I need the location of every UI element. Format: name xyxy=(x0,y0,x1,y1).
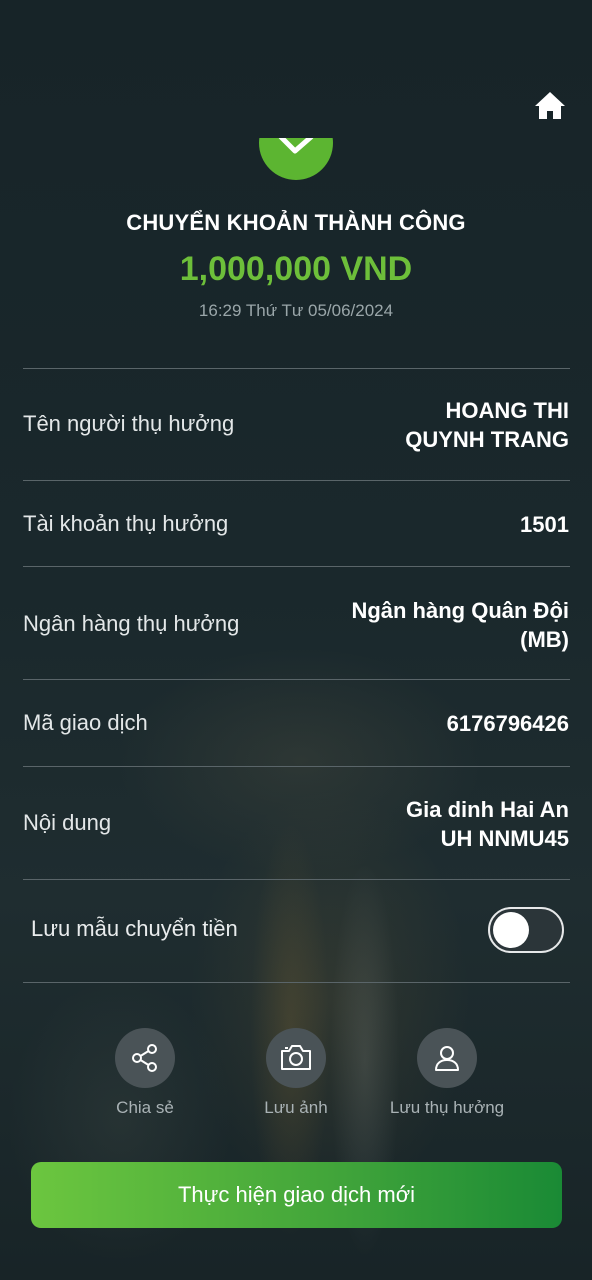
transfer-amount: 1,000,000 VND xyxy=(179,250,413,288)
checkmark-icon xyxy=(278,138,314,154)
user-icon-circle xyxy=(417,1028,477,1088)
share-label: Chia sẻ xyxy=(116,1098,174,1117)
transaction-id-value: 6176796426 xyxy=(446,711,569,736)
beneficiary-account-value: 1501 xyxy=(520,512,569,537)
divider xyxy=(23,766,570,767)
save-image-label: Lưu ảnh xyxy=(264,1098,328,1117)
divider xyxy=(23,480,570,481)
save-template-label: Lưu mẫu chuyển tiền xyxy=(31,916,238,941)
share-icon-circle xyxy=(115,1028,175,1088)
home-button[interactable] xyxy=(532,88,568,124)
save-image-button[interactable]: Lưu ảnh xyxy=(221,1028,371,1118)
share-icon xyxy=(132,1044,157,1072)
camera-icon-circle xyxy=(266,1028,326,1088)
share-button[interactable]: Chia sẻ xyxy=(70,1028,220,1118)
transaction-id-label: Mã giao dịch xyxy=(23,710,148,735)
home-icon xyxy=(535,92,565,119)
divider xyxy=(23,566,570,567)
success-badge xyxy=(259,138,333,180)
save-beneficiary-button[interactable]: Lưu thụ hưởng xyxy=(372,1028,522,1118)
beneficiary-name-label: Tên người thụ hưởng xyxy=(23,411,235,436)
camera-icon xyxy=(281,1045,311,1070)
content-value: Gia dinh Hai An UH NNMU45 xyxy=(406,797,569,851)
beneficiary-account-label: Tài khoản thụ hưởng xyxy=(23,511,229,536)
transfer-datetime: 16:29 Thứ Tư 05/06/2024 xyxy=(198,301,394,320)
beneficiary-name-value: HOANG THI QUYNH TRANG xyxy=(405,398,569,452)
content-label: Nội dung xyxy=(23,810,112,835)
new-transaction-button[interactable]: Thực hiện giao dịch mới xyxy=(31,1162,562,1228)
divider xyxy=(23,368,570,369)
divider xyxy=(23,982,570,983)
save-template-toggle[interactable] xyxy=(488,907,564,953)
toggle-knob xyxy=(493,912,529,948)
divider xyxy=(23,879,570,880)
transfer-status-title: CHUYỂN KHOẢN THÀNH CÔNG xyxy=(126,210,466,235)
beneficiary-bank-label: Ngân hàng thụ hưởng xyxy=(23,611,240,636)
beneficiary-bank-value: Ngân hàng Quân Đội (MB) xyxy=(351,598,569,652)
save-beneficiary-label: Lưu thụ hưởng xyxy=(389,1098,505,1117)
divider xyxy=(23,679,570,680)
user-icon xyxy=(435,1046,459,1071)
